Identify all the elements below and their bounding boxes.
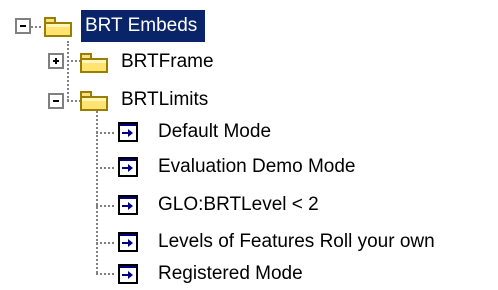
minus-icon bbox=[53, 100, 59, 102]
folder-icon bbox=[44, 17, 72, 37]
expand-toggle[interactable] bbox=[48, 53, 64, 69]
collapse-toggle[interactable] bbox=[15, 18, 31, 34]
tree-node-registered-mode[interactable]: Registered Mode bbox=[154, 258, 311, 290]
tree-line bbox=[96, 242, 114, 244]
document-icon bbox=[118, 264, 138, 284]
tree-node-glo-brtlevel[interactable]: GLO:BRTLevel < 2 bbox=[154, 189, 327, 221]
document-icon bbox=[118, 195, 138, 215]
tree-line bbox=[96, 205, 114, 207]
minus-icon bbox=[20, 25, 26, 27]
document-icon bbox=[118, 232, 138, 252]
folder-icon bbox=[80, 53, 108, 73]
tree-node-brtframe[interactable]: BRTFrame bbox=[117, 46, 222, 78]
tree-line bbox=[96, 273, 114, 275]
collapse-toggle[interactable] bbox=[48, 93, 64, 109]
folder-icon bbox=[80, 91, 108, 111]
tree-line bbox=[96, 167, 114, 169]
tree-view[interactable]: BRT Embeds BRTFrame BRTLimits Default Mo… bbox=[0, 0, 498, 290]
document-icon bbox=[118, 157, 138, 177]
tree-line bbox=[96, 132, 114, 134]
tree-node-brtlimits[interactable]: BRTLimits bbox=[117, 84, 216, 116]
tree-node-default-mode[interactable]: Default Mode bbox=[154, 116, 279, 148]
tree-line bbox=[31, 26, 41, 28]
tree-node-brt-embeds[interactable]: BRT Embeds bbox=[81, 10, 206, 42]
tree-node-evaluation-demo-mode[interactable]: Evaluation Demo Mode bbox=[154, 151, 364, 183]
tree-line bbox=[67, 41, 69, 101]
tree-node-levels-of-features[interactable]: Levels of Features Roll your own bbox=[154, 226, 443, 258]
document-icon bbox=[118, 122, 138, 142]
